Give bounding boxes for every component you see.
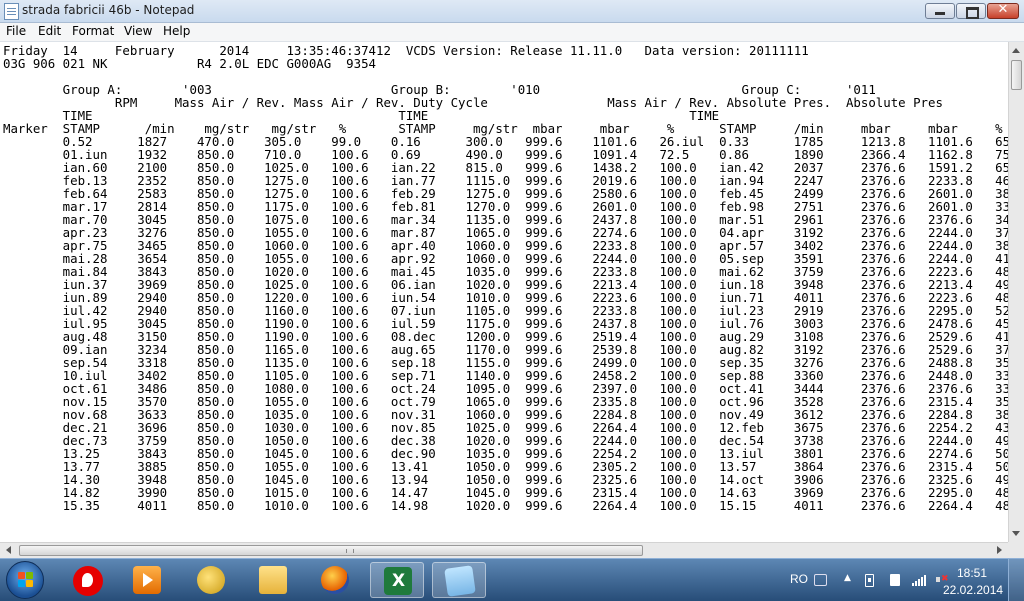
grip-icon [346, 549, 354, 553]
menu-format[interactable]: Format [72, 24, 114, 38]
minimize-button[interactable] [925, 3, 955, 19]
horizontal-scroll-thumb[interactable] [19, 545, 643, 556]
menu-view[interactable]: View [124, 24, 152, 38]
taskbar-app-media-player[interactable] [120, 562, 174, 598]
taskbar-app-key[interactable] [184, 562, 238, 598]
notepad-icon [4, 3, 19, 20]
media-player-icon [133, 566, 161, 594]
folder-icon [259, 566, 287, 594]
menu-help[interactable]: Help [163, 24, 190, 38]
excel-icon [384, 567, 412, 595]
vertical-scroll-thumb[interactable] [1011, 60, 1022, 90]
clock-date[interactable]: 22.02.2014 [943, 583, 1003, 597]
text-line: 15.35 4011 850.0 1010.0 100.6 14.98 1020… [3, 498, 1008, 513]
scrollbar-corner [1008, 542, 1024, 558]
firefox-icon [321, 566, 349, 594]
menu-file[interactable]: File [6, 24, 26, 38]
key-icon [197, 566, 225, 594]
horizontal-scrollbar[interactable] [0, 542, 1008, 558]
clock-time[interactable]: 18:51 [957, 566, 987, 580]
notepad-icon [444, 565, 476, 597]
scroll-up-icon[interactable] [1012, 48, 1020, 53]
maximize-icon [966, 7, 979, 19]
minimize-icon [935, 12, 945, 15]
start-button[interactable] [6, 561, 44, 599]
title-bar[interactable]: strada fabricii 46b - Notepad ✕ [0, 0, 1024, 23]
action-center-flag-icon[interactable] [890, 574, 900, 586]
keyboard-icon[interactable] [814, 574, 827, 586]
window-title: strada fabricii 46b - Notepad [22, 3, 195, 17]
language-indicator[interactable]: RO [790, 572, 808, 586]
text-editor[interactable]: Friday 14 February 2014 13:35:46:37412 V… [0, 42, 1008, 542]
taskbar-app-notepad[interactable] [432, 562, 486, 598]
vertical-scrollbar[interactable] [1008, 42, 1024, 542]
menu-edit[interactable]: Edit [38, 24, 61, 38]
taskbar-app-explorer[interactable] [246, 562, 300, 598]
menu-bar: File Edit Format View Help [0, 23, 1024, 42]
maximize-button[interactable] [956, 3, 986, 19]
taskbar-app-firefox[interactable] [308, 562, 362, 598]
scroll-down-icon[interactable] [1012, 531, 1020, 536]
vodafone-icon [73, 566, 103, 596]
scroll-right-icon[interactable] [997, 546, 1002, 554]
taskbar-app-excel[interactable] [370, 562, 424, 598]
taskbar-app-vodafone[interactable] [62, 562, 116, 598]
show-hidden-icons-icon[interactable] [842, 573, 855, 586]
scroll-left-icon[interactable] [6, 546, 11, 554]
close-icon: ✕ [997, 2, 1009, 17]
windows-logo-icon [18, 572, 34, 588]
network-icon[interactable] [912, 574, 926, 586]
text-line: 03G 906 021 NK R4 2.0L EDC G000AG 9354 [3, 56, 376, 71]
close-button[interactable]: ✕ [987, 2, 1019, 19]
show-desktop-button[interactable] [1008, 559, 1024, 601]
battery-icon[interactable] [865, 574, 874, 587]
taskbar: RO 18:51 22.02.2014 [0, 558, 1024, 601]
